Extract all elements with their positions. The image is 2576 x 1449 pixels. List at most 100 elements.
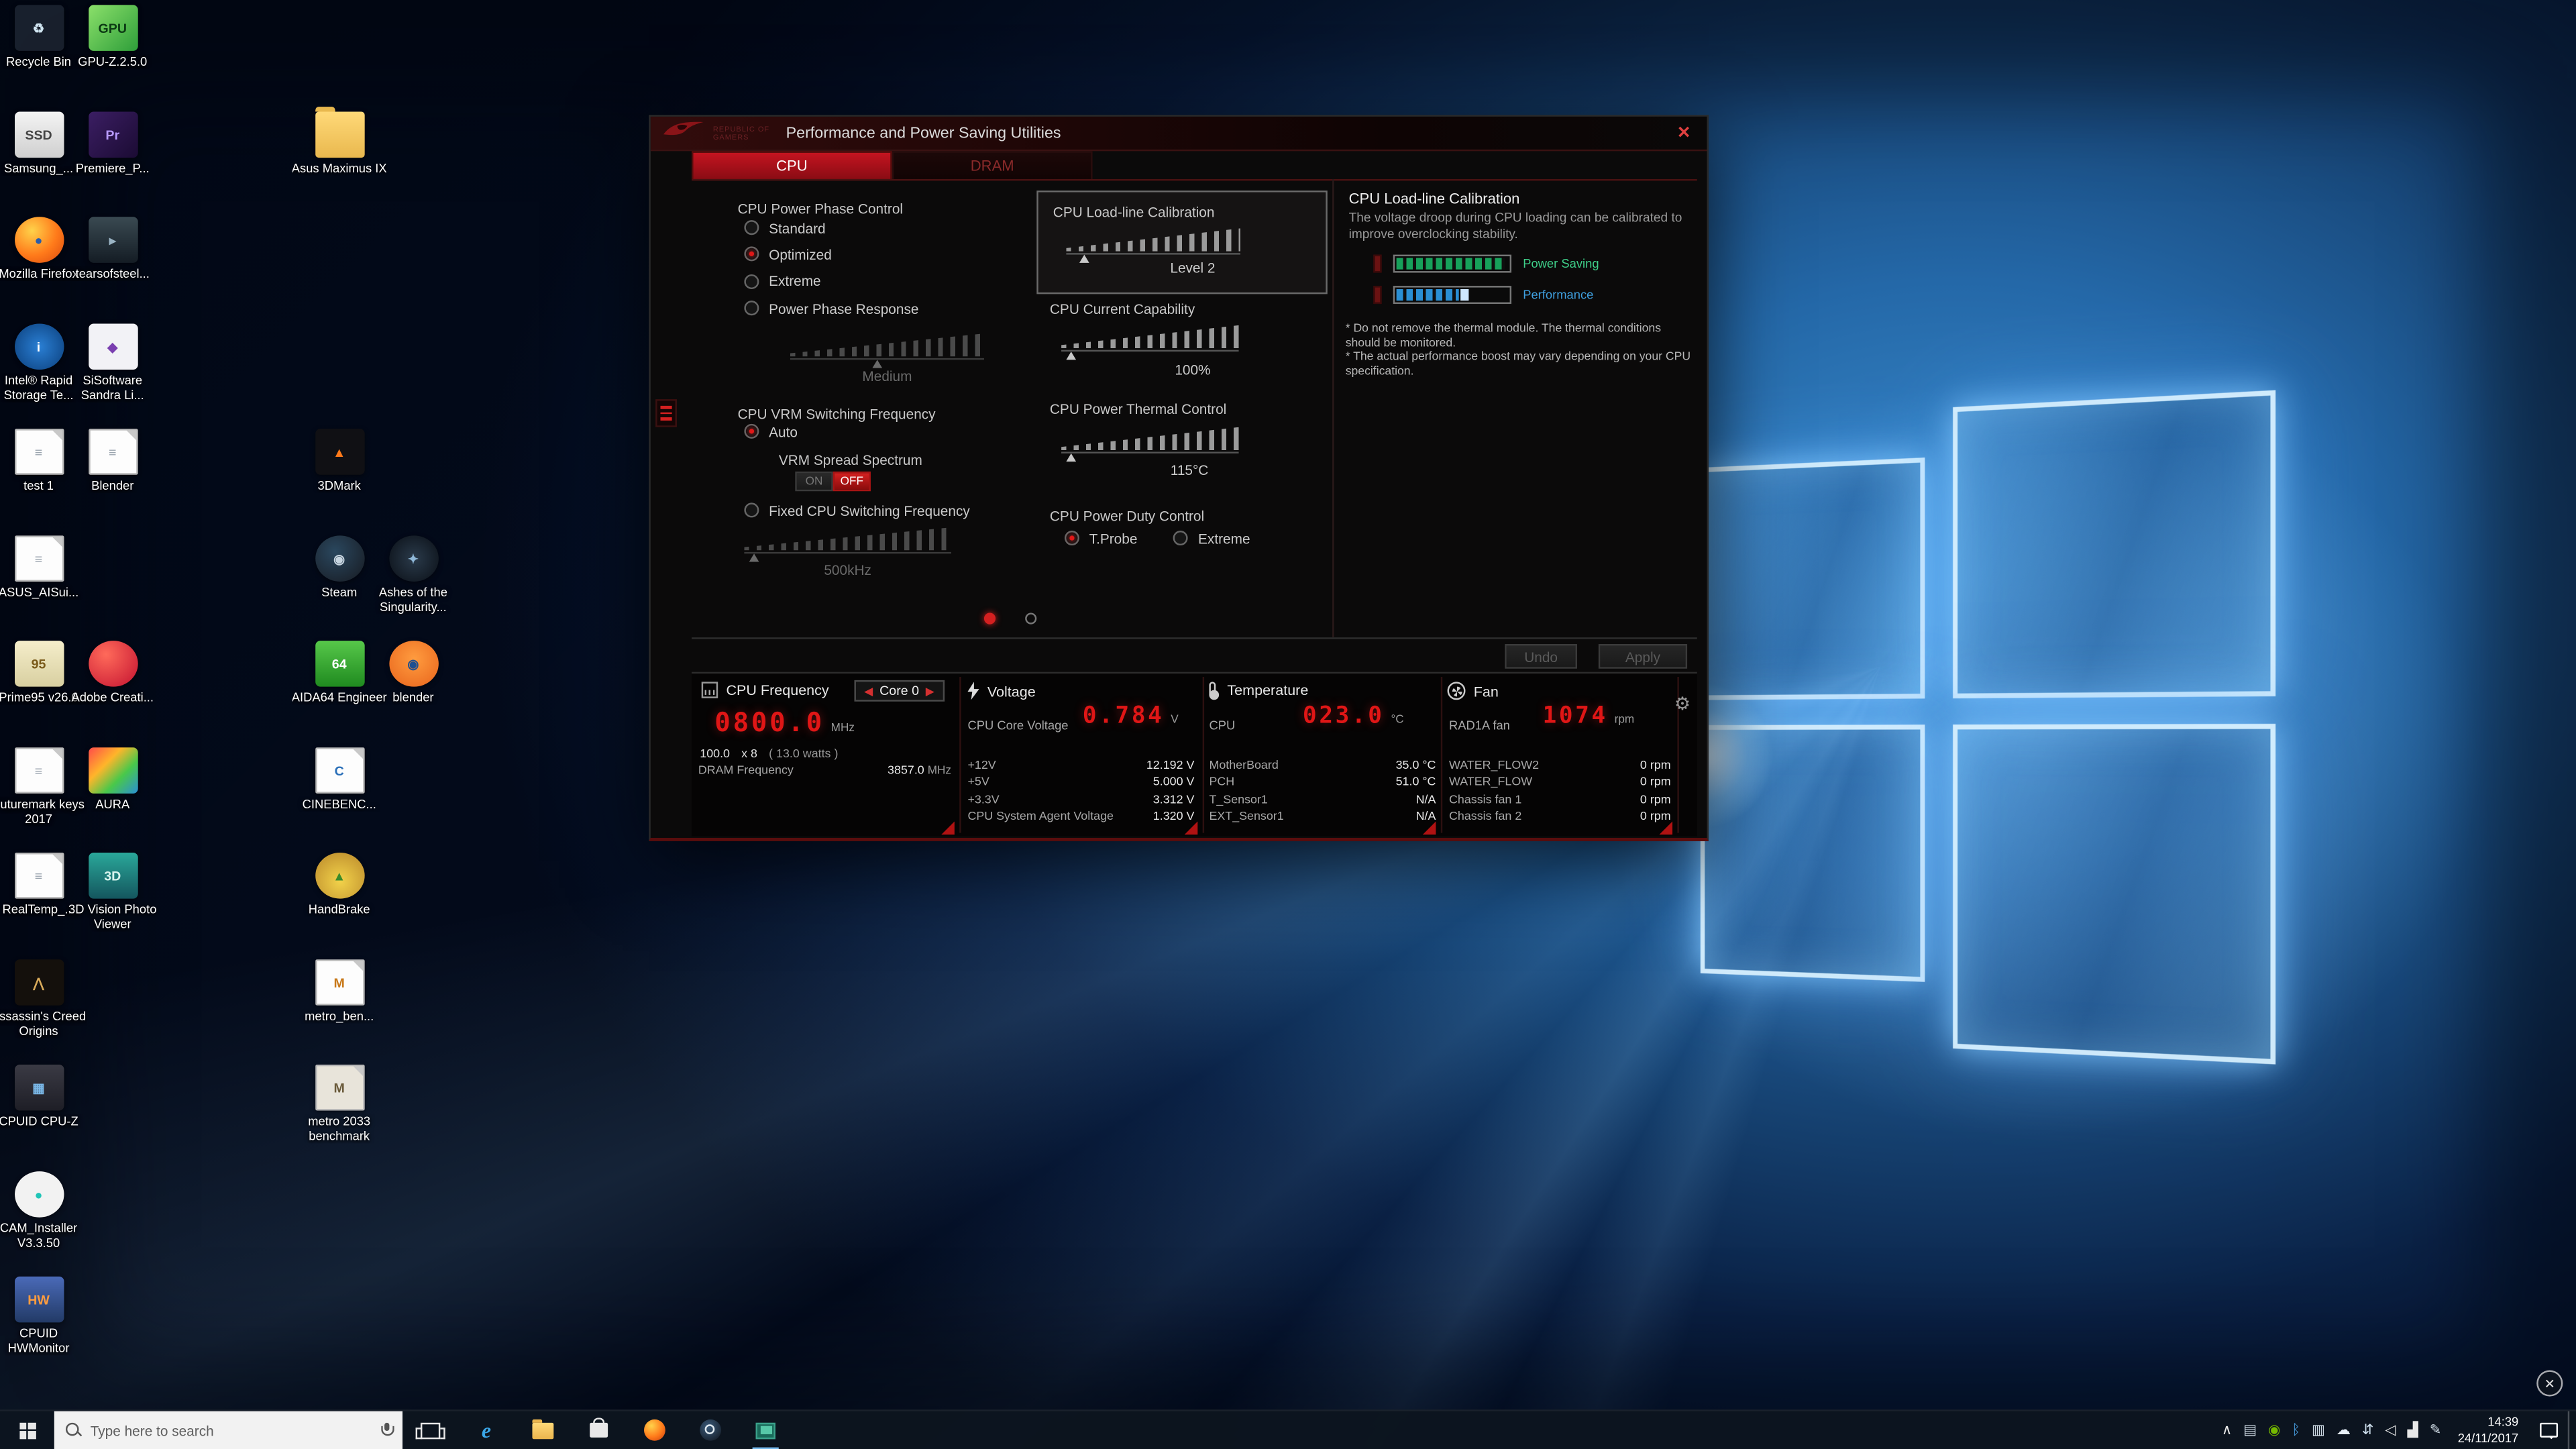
radio-option[interactable]: Extreme [744, 274, 918, 288]
desktop-icon[interactable]: Adobe Creati... [76, 641, 150, 705]
tray-pen-icon[interactable]: ✎ [2430, 1423, 2441, 1437]
radio-label: Auto [769, 423, 798, 439]
taskbar-search[interactable] [54, 1411, 402, 1449]
tab[interactable]: CPU [692, 151, 892, 179]
desktop-icon[interactable]: CCINEBENC... [303, 747, 376, 812]
slider-handle[interactable] [1079, 255, 1089, 263]
slider-handle[interactable] [1066, 352, 1076, 360]
core-voltage-label: CPU Core Voltage [967, 718, 1068, 733]
section-divider [1203, 677, 1204, 833]
handbrake-icon: ▲ [315, 853, 364, 899]
desktop-icon[interactable]: Asus Maximus IX [303, 112, 376, 176]
show-desktop-button[interactable] [2568, 1411, 2576, 1449]
desktop-icon[interactable]: Mmetro 2033 benchmark [303, 1065, 376, 1144]
action-center-button[interactable] [2528, 1411, 2568, 1449]
hidden-icons-chevron[interactable]: ∧ [2222, 1423, 2232, 1437]
page-dot-1[interactable] [984, 612, 996, 624]
monitor-settings-gear-icon[interactable]: ⚙ [1674, 693, 1690, 714]
search-input[interactable] [91, 1422, 372, 1438]
power-saving-bar [1393, 255, 1511, 273]
desktop-icon[interactable]: ▸tearsofsteel... [76, 217, 150, 281]
desktop-icon[interactable]: ≡ASUS_AISui... [1, 535, 75, 600]
desktop-icon[interactable]: GPUGPU-Z.2.5.0 [76, 5, 150, 69]
edge-icon[interactable]: e [458, 1410, 514, 1449]
task-view-button[interactable] [402, 1410, 458, 1449]
radio-option[interactable]: Optimized [744, 247, 918, 262]
microphone-icon[interactable] [381, 1422, 391, 1438]
page-dot-2[interactable] [1025, 612, 1036, 624]
fan-speed-value: 1074 rpm [1543, 703, 1635, 729]
toggle-on[interactable]: ON [795, 472, 833, 491]
desktop-icon[interactable]: ⋀Assassin's Creed Origins [1, 959, 75, 1038]
tray-bluetooth-icon[interactable]: ᛒ [2292, 1423, 2300, 1437]
power-saving-indicator: Power Saving [1373, 255, 1599, 273]
cpu-frequency-header: CPU Frequency [702, 682, 829, 698]
desktop-icon[interactable]: ▦CPUID CPU-Z [1, 1065, 75, 1129]
desktop-icon-label: Blender [65, 478, 160, 493]
file-explorer-icon[interactable] [515, 1410, 570, 1449]
fan-rows: WATER_FLOW20 rpm WATER_FLOW0 rpm Chassis… [1449, 759, 1671, 826]
radio-option[interactable]: Extreme [1173, 531, 1250, 545]
desktop-icon[interactable]: PrPremiere_P... [76, 112, 150, 176]
core-next-icon[interactable]: ▶ [926, 684, 934, 698]
undo-button[interactable]: Undo [1505, 644, 1577, 669]
desktop-icon[interactable]: ≡Blender [76, 429, 150, 493]
radio-option[interactable]: T.Probe [1065, 531, 1137, 545]
sensor-row: +12V12.192 V [967, 759, 1194, 771]
tray-onedrive-icon[interactable]: ☁ [2337, 1423, 2351, 1437]
start-button[interactable] [0, 1411, 54, 1449]
steam-icon: ◉ [315, 535, 364, 582]
sensor-row: WATER_FLOW0 rpm [1449, 776, 1671, 788]
taskbar-clock[interactable]: 14:39 24/11/2017 [2448, 1411, 2528, 1449]
slider-handle[interactable] [749, 553, 759, 561]
radio-option[interactable]: Standard [744, 220, 918, 235]
tab[interactable]: DRAM [892, 151, 1093, 179]
toggle-off[interactable]: OFF [833, 472, 871, 491]
firefox-icon[interactable] [626, 1410, 682, 1449]
steam-icon[interactable] [682, 1410, 737, 1449]
desktop-icon[interactable]: ▲3DMark [303, 429, 376, 493]
tray-volume-icon[interactable]: ◁ [2385, 1423, 2396, 1437]
slider-handle[interactable] [872, 360, 882, 368]
desktop-icon[interactable]: ✦Ashes of the Singularity... [376, 535, 450, 614]
corner-watermark[interactable]: ✕ [2536, 1370, 2563, 1396]
desktop-icon[interactable]: ≡Futuremark keys 2017 [1, 747, 75, 826]
desktop-icon[interactable]: ◆SiSoftware Sandra Li... [76, 323, 150, 402]
tray-nvidia-icon[interactable]: ◉ [2268, 1423, 2280, 1437]
radio-label: Extreme [1198, 530, 1250, 546]
core-prev-icon[interactable]: ◀ [864, 684, 873, 698]
vrm-spread-toggle[interactable]: ON OFF [795, 472, 871, 491]
power-phase-response-slider[interactable] [790, 333, 984, 366]
side-menu-button[interactable] [655, 399, 677, 427]
radio-option[interactable]: Power Phase Response [744, 301, 918, 316]
sensor-row: CPU System Agent Voltage1.320 V [967, 810, 1194, 822]
gpu-z-icon[interactable] [738, 1410, 794, 1449]
desktop-icon[interactable]: ◉blender [376, 641, 450, 705]
vrm-fixed-option[interactable]: Fixed CPU Switching Frequency [744, 502, 969, 517]
title-bar[interactable]: REPUBLIC OF GAMERS Performance and Power… [651, 117, 1707, 151]
vrm-frequency-slider[interactable] [744, 527, 951, 560]
tray-updown-icon[interactable]: ⇵ [2362, 1423, 2373, 1437]
apply-button[interactable]: Apply [1599, 644, 1687, 669]
desktop-icon[interactable]: HWCPUID HWMonitor [1, 1277, 75, 1356]
desktop-icon-label: CINEBENC... [292, 797, 387, 812]
thermal-slider[interactable] [1061, 427, 1238, 460]
desktop-icon[interactable]: ▲HandBrake [303, 853, 376, 917]
desktop-icon[interactable]: ●CAM_Installer V3.3.50 [1, 1171, 75, 1250]
tray-display-icon[interactable]: ▥ [2312, 1423, 2325, 1437]
desktop-icon[interactable]: 3D3D Vision Photo Viewer [76, 853, 150, 932]
tray-app-window-icon[interactable]: ▤ [2243, 1423, 2257, 1437]
close-button[interactable]: ✕ [1671, 121, 1697, 144]
vrm-auto-option[interactable]: Auto [744, 424, 798, 439]
desktop-icon[interactable]: Mmetro_ben... [303, 959, 376, 1024]
tray-network-icon[interactable]: ▟ [2408, 1423, 2418, 1437]
slider-handle[interactable] [1066, 453, 1076, 462]
core-selector[interactable]: ◀ Core 0 ▶ [854, 680, 944, 702]
current-slider[interactable] [1061, 325, 1238, 358]
llc-slider[interactable] [1066, 228, 1240, 261]
rog-window: REPUBLIC OF GAMERS Performance and Power… [649, 115, 1709, 841]
store-icon[interactable] [570, 1410, 626, 1449]
prime95-icon: 95 [14, 641, 63, 687]
monitoring-panel: CPU Frequency ◀ Core 0 ▶ 0800.0 MHz 100.… [692, 672, 1697, 837]
desktop-icon[interactable]: AURA [76, 747, 150, 812]
